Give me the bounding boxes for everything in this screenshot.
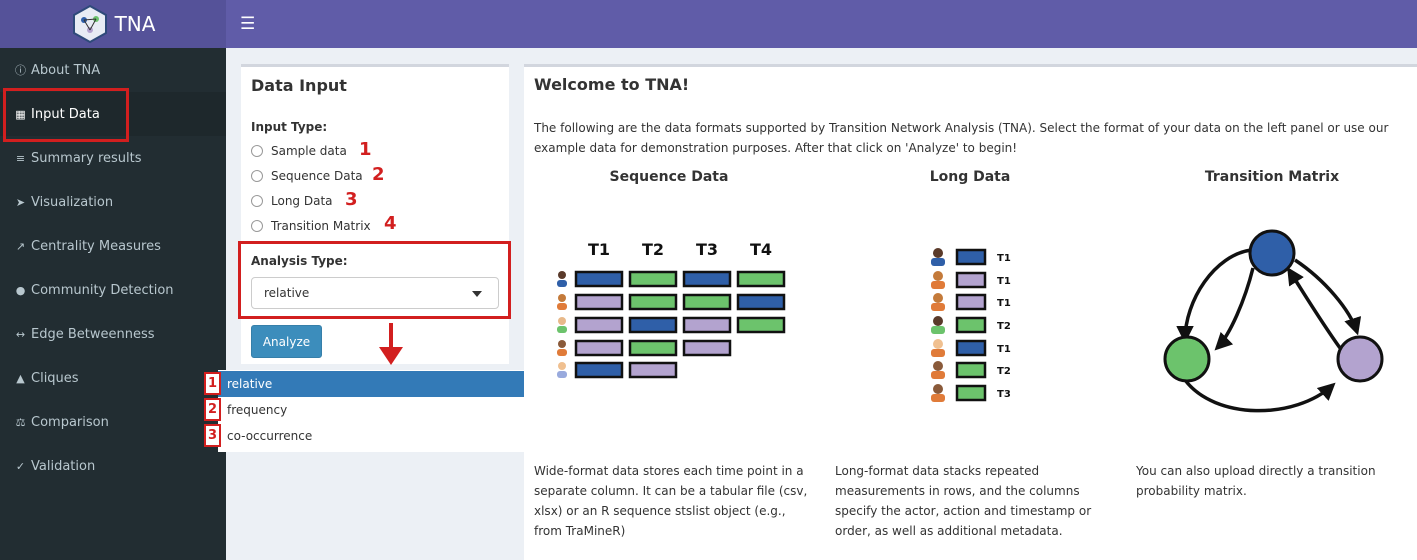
annotation-number: 4 [384, 213, 397, 234]
paper-plane-icon: ➤ [15, 195, 26, 209]
sitemap-icon: ▲ [16, 371, 25, 385]
radio-label: Sample data [271, 144, 347, 158]
input-type-label: Input Type: [251, 120, 328, 134]
long-label: T1 [997, 276, 1011, 287]
sidebar-item-about[interactable]: ⓘ About TNA [0, 48, 226, 92]
radio-circle[interactable] [251, 195, 263, 207]
brand[interactable]: TNA [0, 0, 226, 48]
annotation-badge: 2 [204, 398, 221, 421]
hamburger-menu-icon[interactable]: ☰ [240, 14, 255, 34]
annotation-number: 3 [345, 189, 358, 210]
welcome-intro: The following are the data formats suppo… [534, 121, 1389, 155]
dropdown-option-relative[interactable]: relative [218, 371, 534, 397]
sidebar-item-edge-betweenness[interactable]: ↔ Edge Betweenness [0, 312, 226, 356]
person-avatar-icons [931, 248, 945, 402]
radio-label: Long Data [271, 194, 333, 208]
long-label: T1 [997, 344, 1011, 355]
long-label: T3 [997, 389, 1011, 400]
analysis-type-label: Analysis Type: [251, 254, 348, 268]
long-data-title: Long Data [929, 169, 1011, 185]
line-chart-icon: ↗ [15, 239, 26, 253]
caret-down-icon [472, 291, 482, 297]
sidebar-item-label: Validation [31, 458, 96, 474]
analysis-type-select[interactable]: relative [251, 277, 499, 309]
sidebar-item-label: Comparison [31, 414, 109, 430]
sequence-data-illustration: T1 T2 T3 T4 [557, 240, 786, 379]
long-label: T2 [997, 321, 1011, 332]
sidebar-item-label: Centrality Measures [31, 238, 161, 254]
welcome-title: Welcome to TNA! [534, 75, 690, 94]
sidebar-item-visualization[interactable]: ➤ Visualization [0, 180, 226, 224]
sidebar-item-label: Cliques [31, 370, 79, 386]
sidebar-item-community[interactable]: ● Community Detection [0, 268, 226, 312]
transition-network-illustration [1163, 229, 1384, 413]
select-value: relative [264, 286, 310, 300]
long-data-description: Long-format data stacks repeated measure… [835, 464, 1092, 538]
analysis-type-dropdown: relative frequency co-occurrence [218, 370, 534, 452]
seq-header: T3 [696, 240, 718, 259]
radio-sample-data[interactable]: Sample data [251, 144, 347, 158]
radio-label: Transition Matrix [271, 219, 371, 233]
highlight-box-input-data [3, 88, 129, 142]
radio-sequence-data[interactable]: Sequence Data [251, 169, 363, 183]
top-navbar: TNA ☰ [0, 0, 1417, 48]
annotation-number: 1 [359, 139, 372, 160]
annotation-badge: 1 [204, 372, 221, 395]
radio-label: Sequence Data [271, 169, 363, 183]
sidebar-item-comparison[interactable]: ⚖ Comparison [0, 400, 226, 444]
dropdown-option-co-occurrence[interactable]: co-occurrence [218, 423, 534, 449]
radio-transition-matrix[interactable]: Transition Matrix [251, 219, 371, 233]
sequence-data-title: Sequence Data [609, 169, 729, 185]
sidebar-item-label: Community Detection [31, 282, 174, 298]
seq-header: T2 [642, 240, 664, 259]
panel-title: Data Input [251, 76, 347, 95]
sidebar-item-label: About TNA [31, 62, 101, 78]
annotation-number: 2 [372, 164, 385, 185]
analyze-button[interactable]: Analyze [251, 325, 322, 358]
seq-header: T1 [588, 240, 610, 259]
long-data-illustration: T1 T1 T1 T2 T1 T2 T3 [931, 248, 1011, 402]
long-label: T1 [997, 253, 1011, 264]
data-input-panel [241, 64, 509, 364]
sidebar-item-centrality[interactable]: ↗ Centrality Measures [0, 224, 226, 268]
sidebar-item-cliques[interactable]: ▲ Cliques [0, 356, 226, 400]
users-icon: ● [15, 283, 26, 297]
red-down-arrow-icon [379, 323, 403, 365]
people-arrows-icon: ↔ [15, 327, 26, 341]
sidebar-item-label: Summary results [31, 150, 142, 166]
transition-matrix-description: You can also upload directly a transitio… [1136, 464, 1376, 498]
long-label: T2 [997, 366, 1011, 377]
sidebar-item-validation[interactable]: ✓ Validation [0, 444, 226, 488]
tna-logo-icon [72, 5, 107, 43]
sequence-data-description: Wide-format data stores each time point … [534, 464, 808, 538]
radio-circle[interactable] [251, 220, 263, 232]
radio-circle[interactable] [251, 145, 263, 157]
sidebar-item-label: Edge Betweenness [31, 326, 155, 342]
radio-circle[interactable] [251, 170, 263, 182]
sidebar-item-summary[interactable]: ≡ Summary results [0, 136, 226, 180]
person-avatar-icons [557, 271, 567, 378]
annotation-badge: 3 [204, 424, 221, 447]
info-circle-icon: ⓘ [15, 64, 26, 77]
balance-scale-icon: ⚖ [15, 415, 26, 429]
sidebar-item-label: Visualization [31, 194, 114, 210]
dropdown-option-frequency[interactable]: frequency [218, 397, 534, 423]
check-circle-icon: ✓ [15, 459, 26, 473]
radio-long-data[interactable]: Long Data [251, 194, 333, 208]
long-label: T1 [997, 298, 1011, 309]
brand-title: TNA [114, 12, 156, 36]
list-chart-icon: ≡ [15, 151, 26, 165]
seq-header: T4 [750, 240, 772, 259]
transition-matrix-title: Transition Matrix [1204, 169, 1340, 185]
